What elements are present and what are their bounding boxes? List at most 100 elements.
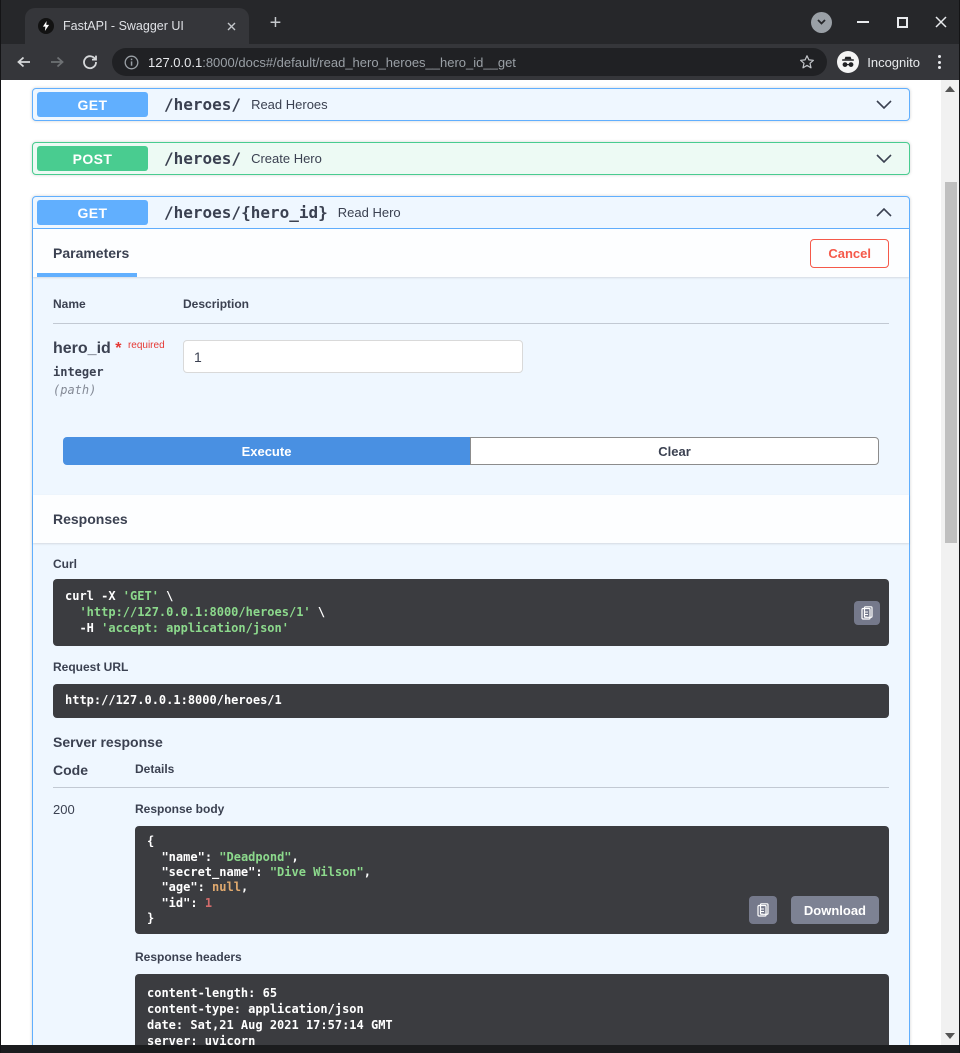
header-line: content-length: 65 [147,986,278,1001]
response-body-block: { "name": "Deadpond", "secret_name": "Di… [135,826,889,935]
browser-toolbar: 127.0.0.1:8000/docs#/default/read_hero_h… [1,44,959,80]
forward-icon[interactable] [46,51,68,73]
chevron-down-icon[interactable] [876,154,892,163]
responses-body: Curl curl -X 'GET' \ 'http://127.0.0.1:8… [33,543,909,1045]
server-response-title: Server response [53,734,163,751]
incognito-label: Incognito [867,54,920,70]
parameter-type: integer [53,365,104,379]
scrollbar-down-arrow-icon[interactable] [945,1033,955,1039]
opblock-summary-create-hero[interactable]: POST /heroes/ Create Hero [33,143,909,174]
request-url-value: http://127.0.0.1:8000/heroes/1 [65,693,282,708]
page-content: GET /heroes/ Read Heroes POST /heroes/ C… [1,80,959,1045]
execute-button[interactable]: Execute [63,437,470,465]
active-tab-underline [37,273,137,277]
parameters-table: Name Description hero_id * required inte… [33,277,909,437]
responses-title: Responses [53,511,128,527]
parameter-location: (path) [53,383,97,397]
opblock-path: /heroes/ [164,149,242,168]
tab-title: FastAPI - Swagger UI [63,19,184,33]
curl-label: Curl [53,557,77,571]
status-code: 200 [53,802,75,818]
back-icon[interactable] [13,51,35,73]
required-star: * [115,340,122,357]
tab-close-icon[interactable] [223,18,239,34]
response-details-cell: Response body { "name": "Deadpond", "sec… [135,800,889,1045]
responses-section-header: Responses [33,495,909,543]
header-line: date: Sat,21 Aug 2021 17:57:14 GMT [147,1018,393,1033]
curl-line-1: curl -X 'GET' \ [65,589,174,603]
incognito-icon [837,51,860,73]
kebab-menu-icon[interactable] [932,53,947,71]
server-response-row: 200 Response body { "name": "Deadpond", … [53,800,889,1045]
download-button[interactable]: Download [790,896,879,925]
json-line: "age": null, [161,880,249,895]
curl-command-block: curl -X 'GET' \ 'http://127.0.0.1:8000/h… [53,579,889,647]
request-url-block: http://127.0.0.1:8000/heroes/1 [53,684,889,719]
scrollbar-thumb[interactable] [945,182,957,543]
chevron-down-icon[interactable] [876,100,892,109]
chevron-up-icon[interactable] [876,208,892,217]
opblock-path: /heroes/{hero_id} [164,203,328,222]
parameters-table-header: Name Description [53,285,889,324]
tab-strip: FastAPI - Swagger UI + [1,0,959,44]
browser-menu-caret-icon[interactable] [811,11,832,33]
server-response-table-header: Code Details [53,762,889,789]
incognito-badge: Incognito [837,51,920,73]
method-badge-get: GET [37,92,148,117]
bookmark-star-icon[interactable] [799,54,815,70]
maximize-button[interactable] [894,14,910,30]
browser-tab[interactable]: FastAPI - Swagger UI [25,8,249,44]
hero-id-input[interactable] [183,340,523,373]
curl-line-2: 'http://127.0.0.1:8000/heroes/1' \ [79,604,326,619]
minimize-button[interactable] [855,14,871,30]
cancel-button[interactable]: Cancel [810,238,889,268]
tab-parameters[interactable]: Parameters [37,229,137,277]
opblock-get-read-hero: GET /heroes/{hero_id} Read Hero Paramete… [32,196,910,1045]
curl-line-3: -H 'accept: application/json' [65,620,289,635]
url-text[interactable]: 127.0.0.1:8000/docs#/default/read_hero_h… [148,55,799,70]
request-url-label: Request URL [53,660,129,675]
response-body-label: Response body [135,802,225,817]
opblock-summary-text: Read Heroes [251,97,328,112]
window-close-button[interactable] [933,14,949,30]
column-header-name: Name [53,297,86,311]
new-tab-button[interactable]: + [267,13,284,33]
browser-window: FastAPI - Swagger UI + 127.0.0.1:8000/do… [0,0,960,1053]
column-header-details: Details [135,762,175,777]
copy-response-button[interactable] [748,896,777,925]
window-bottom-edge [1,1045,959,1053]
url-path: :8000/docs#/default/read_hero_heroes__he… [202,54,516,70]
fastapi-favicon-icon [38,18,54,34]
header-line: server: uvicorn [147,1033,256,1045]
parameters-tab-label: Parameters [53,245,130,261]
copy-curl-button[interactable] [854,600,880,625]
site-info-icon[interactable] [124,55,139,70]
column-header-description: Description [183,297,250,311]
scrollbar-up-arrow-icon[interactable] [945,86,955,92]
response-body-actions: Download [748,896,879,925]
parameter-name-cell: hero_id * required integer (path) [53,340,183,397]
json-line: "secret_name": "Dive Wilson", [161,865,371,880]
opblock-path: /heroes/ [164,95,242,114]
parameters-section-header: Parameters Cancel [33,229,909,277]
url-host: 127.0.0.1 [148,54,203,70]
required-label: required [127,340,165,351]
parameter-description-cell [183,340,523,397]
method-badge-get: GET [37,200,148,225]
opblock-post-create-hero: POST /heroes/ Create Hero [32,142,910,175]
opblock-summary-text: Create Hero [251,151,322,166]
clear-button[interactable]: Clear [470,437,879,465]
window-controls [811,0,949,44]
response-headers-block: content-length: 65 content-type: applica… [135,974,889,1045]
column-header-code: Code [53,762,88,779]
execute-wrapper: Execute Clear [33,437,909,465]
address-bar[interactable]: 127.0.0.1:8000/docs#/default/read_hero_h… [112,48,828,76]
method-badge-post: POST [37,146,148,171]
opblock-summary-read-hero[interactable]: GET /heroes/{hero_id} Read Hero [33,197,909,229]
page-scrollbar[interactable] [941,80,959,1045]
opblock-summary-read-heroes[interactable]: GET /heroes/ Read Heroes [33,89,909,120]
json-line: "name": "Deadpond", [161,849,299,864]
opblock-get-read-heroes: GET /heroes/ Read Heroes [32,88,910,121]
reload-icon[interactable] [79,51,101,73]
header-line: content-type: application/json [147,1002,364,1017]
